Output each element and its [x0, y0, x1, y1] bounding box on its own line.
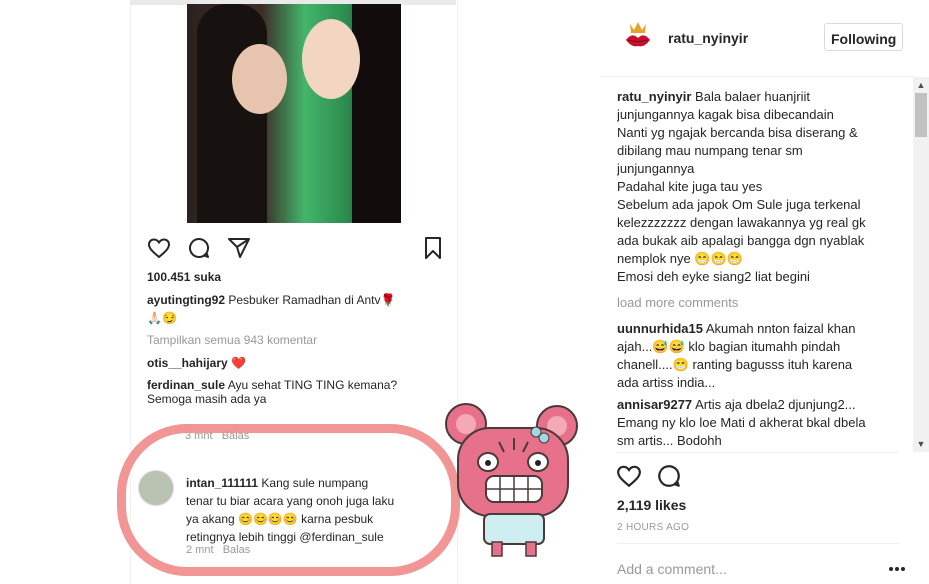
- more-options-icon[interactable]: [888, 566, 906, 572]
- caption-line: Sebelum ada japok Om Sule juga terkenal: [617, 197, 861, 212]
- comment-line: ajah...😅😅 klo bagian itumahh pindah: [617, 339, 841, 354]
- bookmark-icon: [425, 237, 441, 259]
- caption-line: nemplok nye 😁😁😁: [617, 251, 743, 266]
- post-panel: ratu_nyinyir Following ratu_nyinyir Bala…: [600, 0, 929, 584]
- crown-lips-logo-icon: [618, 16, 658, 56]
- embedded-comment-2-text: Ayu sehat TING TING kemana?: [227, 378, 398, 392]
- post-timestamp: 2 HOURS AGO: [617, 522, 690, 533]
- caption-line: kelezzzzzzz dengan lawakannya yg real gk: [617, 215, 866, 230]
- embedded-caption-emoji: 🙏🏻😏: [147, 311, 177, 325]
- divider: [617, 543, 899, 544]
- caption-line: junjungannya: [617, 161, 695, 176]
- embedded-likes: 100.451 suka: [147, 270, 222, 284]
- comment-icon: [189, 237, 210, 258]
- embedded-comment-1: otis__hahijary ❤️: [147, 356, 246, 370]
- comment-icon[interactable]: [656, 463, 682, 489]
- post-caption: ratu_nyinyir Bala balaer huanjriit junju…: [617, 88, 895, 286]
- caption-line: Nanti yg ngajak bercanda bisa diserang &: [617, 125, 858, 140]
- embedded-post-image: 100.451 suka ayutingting92 Pesbuker Rama…: [0, 0, 600, 584]
- comment-line: chanell....😁 ranting bagusss ituh karena: [617, 357, 853, 372]
- avatar[interactable]: [618, 16, 658, 56]
- embedded-comment-1-user: otis__hahijary: [147, 356, 228, 370]
- comments-scrollbar[interactable]: ▲ ▼: [913, 77, 929, 452]
- highlighted-line-3: ya akang 😊😊😊😊 karna pesbuk: [186, 512, 374, 526]
- post-username[interactable]: ratu_nyinyir: [668, 30, 748, 46]
- list-item: annisar9277 Artis aja dbela2 djunjung2..…: [617, 396, 895, 448]
- post-header: ratu_nyinyir Following: [600, 0, 914, 77]
- highlighted-comment-reply: Balas: [222, 544, 251, 556]
- caption-line: Bala balaer huanjriit: [695, 89, 810, 104]
- add-comment-input[interactable]: Add a comment...: [617, 561, 727, 577]
- share-icon: [228, 238, 250, 258]
- highlighted-comment-time: 2 mnt: [186, 544, 214, 556]
- scrollbar-thumb[interactable]: [915, 93, 927, 137]
- comments-list: ratu_nyinyir Bala balaer huanjriit junju…: [617, 88, 895, 448]
- highlighted-line-2: tenar tu biar acara yang onoh juga laku: [186, 494, 395, 508]
- caption-line: ada bukak aib apalagi bangga dgn nyablak: [617, 233, 865, 248]
- likes-count[interactable]: 2,119 likes: [617, 497, 686, 513]
- comment-line: Artis aja dbela2 djunjung2...: [695, 397, 856, 412]
- caption-line: Padahal kite juga tau yes: [617, 179, 763, 194]
- heart-icon[interactable]: [616, 463, 642, 489]
- highlighted-comment-user: intan_111111: [186, 476, 259, 490]
- highlighted-line-1: Kang sule numpang: [261, 476, 369, 490]
- embedded-comment-2-user: ferdinan_sule: [147, 378, 226, 392]
- highlighted-comment-meta: 2 mnt Balas: [186, 544, 250, 556]
- avatar: [138, 470, 174, 506]
- highlighted-comment: intan_111111 Kang sule numpang tenar tu …: [186, 474, 431, 546]
- comment-line: Emang ny klo loe Mati d akherat bkal dbe…: [617, 415, 866, 430]
- angry-bear-sticker-icon: [445, 403, 578, 557]
- embedded-photo: [187, 4, 401, 223]
- scroll-down-icon[interactable]: ▼: [913, 436, 929, 452]
- comment-line: Akumah nnton faizal khan: [705, 321, 856, 336]
- list-item: uunnurhida15 Akumah nnton faizal khan aj…: [617, 320, 895, 392]
- embedded-comment-2: ferdinan_sule Ayu sehat TING TING kemana…: [147, 378, 397, 392]
- heart-icon: [147, 238, 171, 259]
- embedded-caption-text: Pesbuker Ramadhan di Antv🌹: [228, 293, 396, 307]
- comment-user[interactable]: uunnurhida15: [617, 321, 703, 336]
- following-button[interactable]: Following: [824, 23, 903, 51]
- comment-user[interactable]: annisar9277: [617, 397, 692, 412]
- divider: [617, 452, 899, 453]
- embedded-caption: ayutingting92 Pesbuker Ramadhan di Antv🌹: [147, 293, 395, 307]
- load-more-comments-link[interactable]: load more comments: [617, 294, 895, 312]
- caption-user[interactable]: ratu_nyinyir: [617, 89, 691, 104]
- caption-line: Emosi deh eyke siang2 liat begini: [617, 269, 810, 284]
- comment-line: ada artiss india...: [617, 375, 716, 390]
- embedded-comment-1-text: ❤️: [231, 356, 246, 370]
- embedded-comment-2-text-b: Semoga masih ada ya: [147, 392, 267, 406]
- embedded-caption-user: ayutingting92: [147, 293, 226, 307]
- embedded-view-all: Tampilkan semua 943 komentar: [147, 333, 318, 347]
- caption-line: dibilang mau numpang tenar sm: [617, 143, 803, 158]
- scroll-up-icon[interactable]: ▲: [913, 77, 929, 93]
- comment-line: sm artis... Bodohh: [617, 433, 722, 448]
- caption-line: junjungannya kagak bisa dibecandain: [617, 107, 834, 122]
